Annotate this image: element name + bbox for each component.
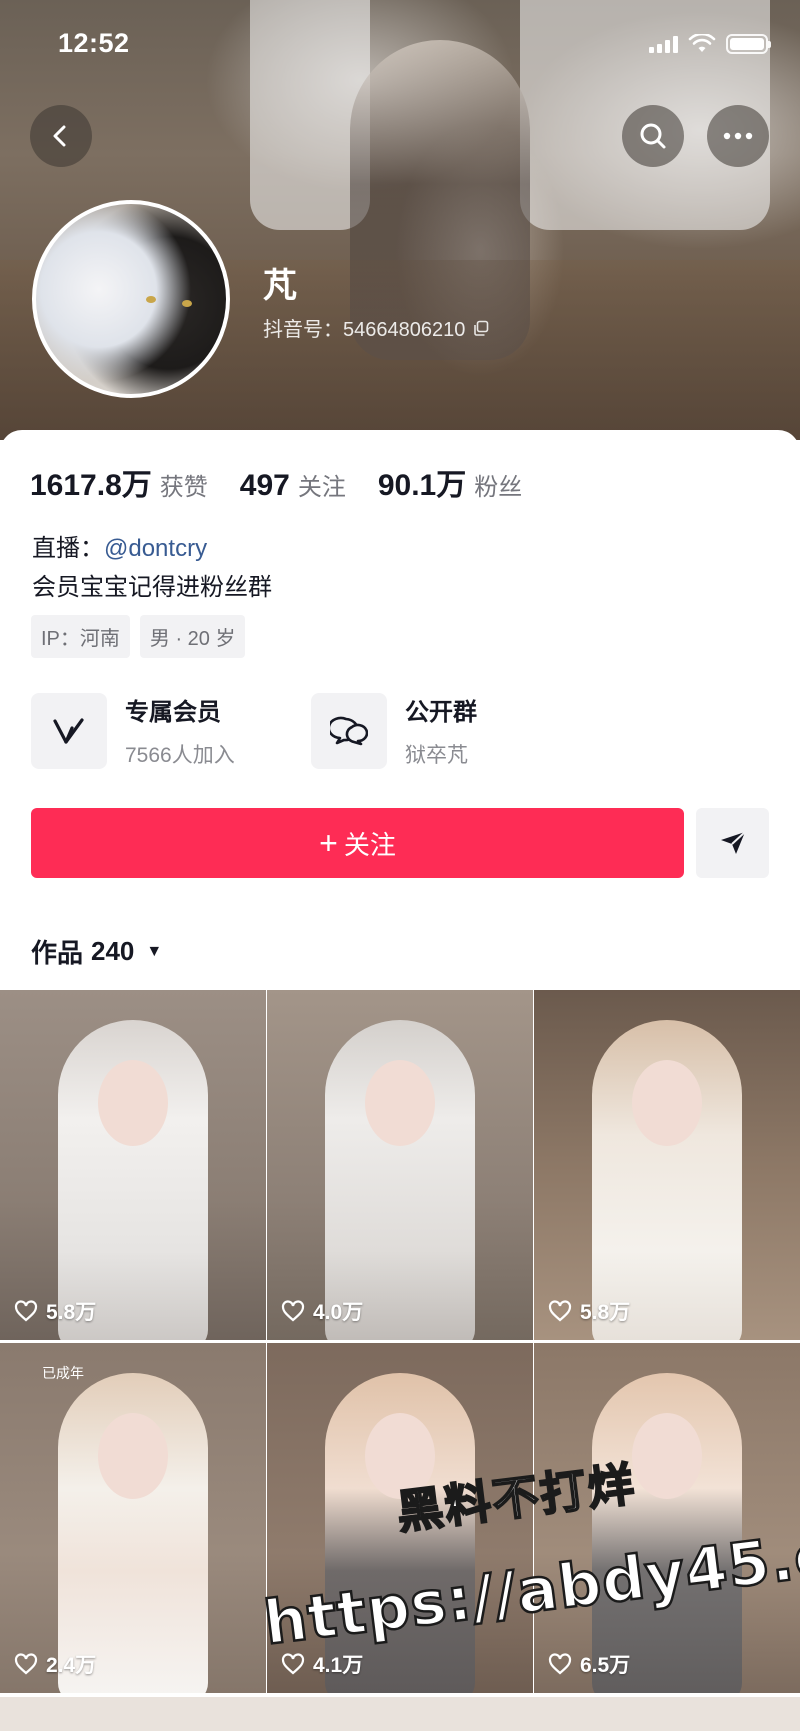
thumbnail-face: [365, 1060, 435, 1146]
likes-count: 5.8万: [580, 1301, 631, 1324]
group-name: 狱卒芃: [405, 744, 468, 767]
public-group-entry[interactable]: 公开群 狱卒芃: [311, 692, 477, 769]
stat-likes[interactable]: 1617.8万 获赞: [30, 460, 208, 504]
video-thumbnail[interactable]: 5.8万: [534, 990, 800, 1340]
thumbnail-face: [632, 1413, 702, 1499]
avatar[interactable]: [32, 200, 230, 398]
heart-icon: [281, 1300, 305, 1322]
group-title: 公开群: [405, 699, 477, 726]
status-icons: [649, 34, 771, 54]
send-message-button[interactable]: [696, 808, 769, 878]
video-thumbnail[interactable]: 已成年 2.4万: [0, 1343, 266, 1693]
video-likes: 2.4万: [14, 1649, 96, 1679]
thumbnail-face: [98, 1413, 168, 1499]
likes-count: 4.1万: [313, 1654, 364, 1677]
profile-bio: 会员宝宝记得进粉丝群: [32, 574, 272, 601]
cover-person: [350, 40, 530, 360]
chat-bubble-icon: [330, 716, 368, 745]
video-overlay-text: 已成年: [42, 1365, 84, 1381]
works-tab[interactable]: 作品 240 ▼: [31, 933, 162, 970]
copy-icon[interactable]: [473, 320, 489, 336]
search-icon: [640, 123, 666, 149]
works-count: 240: [91, 936, 135, 966]
caret-down-icon: ▼: [146, 942, 163, 960]
likes-count: 6.5万: [580, 1654, 631, 1677]
chevron-left-icon: [53, 125, 66, 147]
cellular-signal-icon: [649, 35, 678, 53]
v-member-icon: [53, 717, 84, 744]
profile-tags: IP：河南 男 · 20 岁: [31, 615, 246, 658]
works-label: 作品: [31, 938, 84, 968]
video-likes: 6.5万: [548, 1649, 630, 1679]
video-thumbnail[interactable]: 5.8万: [0, 990, 266, 1340]
heart-icon: [548, 1653, 572, 1675]
more-options-button[interactable]: [707, 105, 769, 167]
stat-value: 90.1万: [377, 469, 467, 502]
stat-label: 关注: [297, 474, 346, 501]
member-title: 专属会员: [125, 699, 221, 726]
status-time: 12:52: [58, 28, 130, 58]
video-likes: 5.8万: [548, 1296, 630, 1326]
back-button[interactable]: [30, 105, 92, 167]
video-likes: 4.0万: [281, 1296, 363, 1326]
battery-icon: [726, 34, 771, 54]
thumbnail-face: [98, 1060, 168, 1146]
live-prefix: 直播：: [32, 535, 104, 562]
stat-label: 获赞: [159, 474, 208, 501]
douyin-id[interactable]: 抖音号：54664806210: [263, 313, 489, 342]
wifi-icon: [688, 34, 716, 52]
avatar-cat-eye: [182, 300, 192, 307]
heart-icon: [548, 1300, 572, 1322]
more-dots-icon: [723, 132, 753, 140]
profile-stats: 1617.8万 获赞 497 关注 90.1万 粉丝: [30, 460, 554, 504]
avatar-cat-eye: [146, 296, 156, 303]
heart-icon: [14, 1653, 38, 1675]
paper-plane-icon: [720, 831, 746, 854]
likes-count: 5.8万: [46, 1301, 97, 1324]
video-likes: 5.8万: [14, 1296, 96, 1326]
stat-value: 1617.8万: [30, 469, 152, 502]
stat-label: 粉丝: [474, 474, 523, 501]
next-row-thumbnails: [0, 1697, 800, 1731]
tag-ip: IP：河南: [31, 615, 130, 658]
follow-label: 关注: [343, 829, 396, 860]
stat-value: 497: [239, 469, 290, 502]
follow-button[interactable]: + 关注: [31, 808, 684, 878]
group-icon-box: [311, 692, 387, 769]
profile-nickname: 芃: [263, 267, 297, 305]
search-button[interactable]: [622, 105, 684, 167]
douyin-id-text: 抖音号：54664806210: [263, 319, 466, 341]
live-info: 直播：@dontcry: [32, 528, 207, 563]
member-count: 7566人加入: [125, 744, 235, 767]
likes-count: 2.4万: [46, 1654, 97, 1677]
member-icon-box: [31, 692, 107, 769]
video-thumbnail[interactable]: 4.0万: [267, 990, 533, 1340]
tag-gender-age: 男 · 20 岁: [139, 615, 246, 658]
plus-icon: +: [319, 825, 338, 861]
thumbnail-face: [632, 1060, 702, 1146]
likes-count: 4.0万: [313, 1301, 364, 1324]
exclusive-member-entry[interactable]: 专属会员 7566人加入: [31, 692, 235, 769]
heart-icon: [14, 1300, 38, 1322]
stat-followers[interactable]: 90.1万 粉丝: [378, 460, 522, 504]
live-handle-link[interactable]: @dontcry: [104, 535, 207, 562]
stat-following[interactable]: 497 关注: [240, 467, 346, 503]
